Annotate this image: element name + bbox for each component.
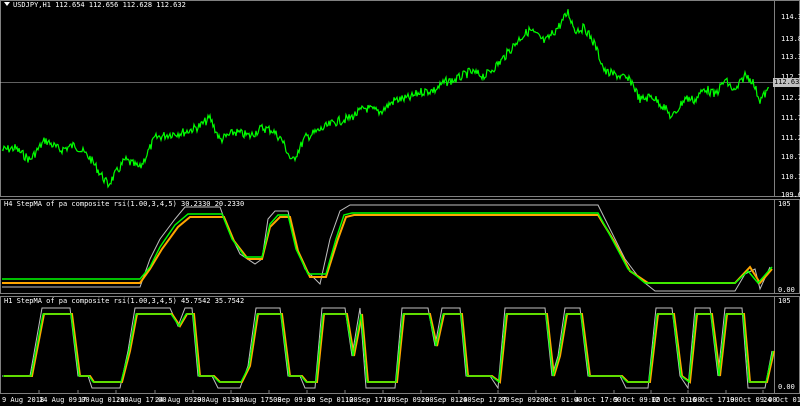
indicator-level-min: 0.00 xyxy=(778,286,795,294)
price-line xyxy=(1,9,769,189)
symbol-info: USDJPY,H1 112.654 112.656 112.628 112.63… xyxy=(13,1,186,9)
price-level: 111.230 xyxy=(781,134,800,142)
price-level: 110.195 xyxy=(781,173,800,181)
price-level: 114.350 xyxy=(781,13,800,21)
indicator-pane-h1[interactable]: H1 StepMA of pa composite rsi(1.00,3,4,5… xyxy=(0,296,800,394)
price-level: 109.685 xyxy=(781,191,800,199)
price-level: 111.750 xyxy=(781,114,800,122)
time-label: 9 Aug 2018 xyxy=(2,396,45,404)
price-level: 113.835 xyxy=(781,35,800,43)
indicator-level-max: 105 xyxy=(778,200,791,208)
main-chart-pane[interactable]: USDJPY,H1 112.654 112.656 112.628 112.63… xyxy=(0,0,800,199)
price-level: 113.315 xyxy=(781,53,800,61)
indicator-title-h1: H1 StepMA of pa composite rsi(1.00,3,4,5… xyxy=(4,297,245,305)
price-level: 112.280 xyxy=(781,94,800,102)
signal-line xyxy=(2,214,773,285)
main-line xyxy=(2,212,773,285)
signal-line xyxy=(4,313,775,384)
time-label: 24 Oct 01:00 xyxy=(763,396,800,404)
indicator-canvas-h4[interactable] xyxy=(0,199,800,294)
indicator-level-min: 0.00 xyxy=(778,383,795,391)
chart-menu-arrow-icon[interactable] xyxy=(4,2,10,6)
indicator-canvas-h1[interactable] xyxy=(0,296,800,394)
indicator-pane-h4[interactable]: H4 StepMA of pa composite rsi(1.00,3,4,5… xyxy=(0,199,800,294)
price-chart-canvas[interactable] xyxy=(0,0,800,197)
current-price-tag: 112.632 xyxy=(773,78,800,87)
indicator-title-h4: H4 StepMA of pa composite rsi(1.00,3,4,5… xyxy=(4,200,245,208)
band-line xyxy=(2,204,771,292)
main-chart-title: USDJPY,H1 112.654 112.656 112.628 112.63… xyxy=(4,1,186,9)
indicator-level-max: 105 xyxy=(778,297,791,305)
price-level: 110.710 xyxy=(781,153,800,161)
